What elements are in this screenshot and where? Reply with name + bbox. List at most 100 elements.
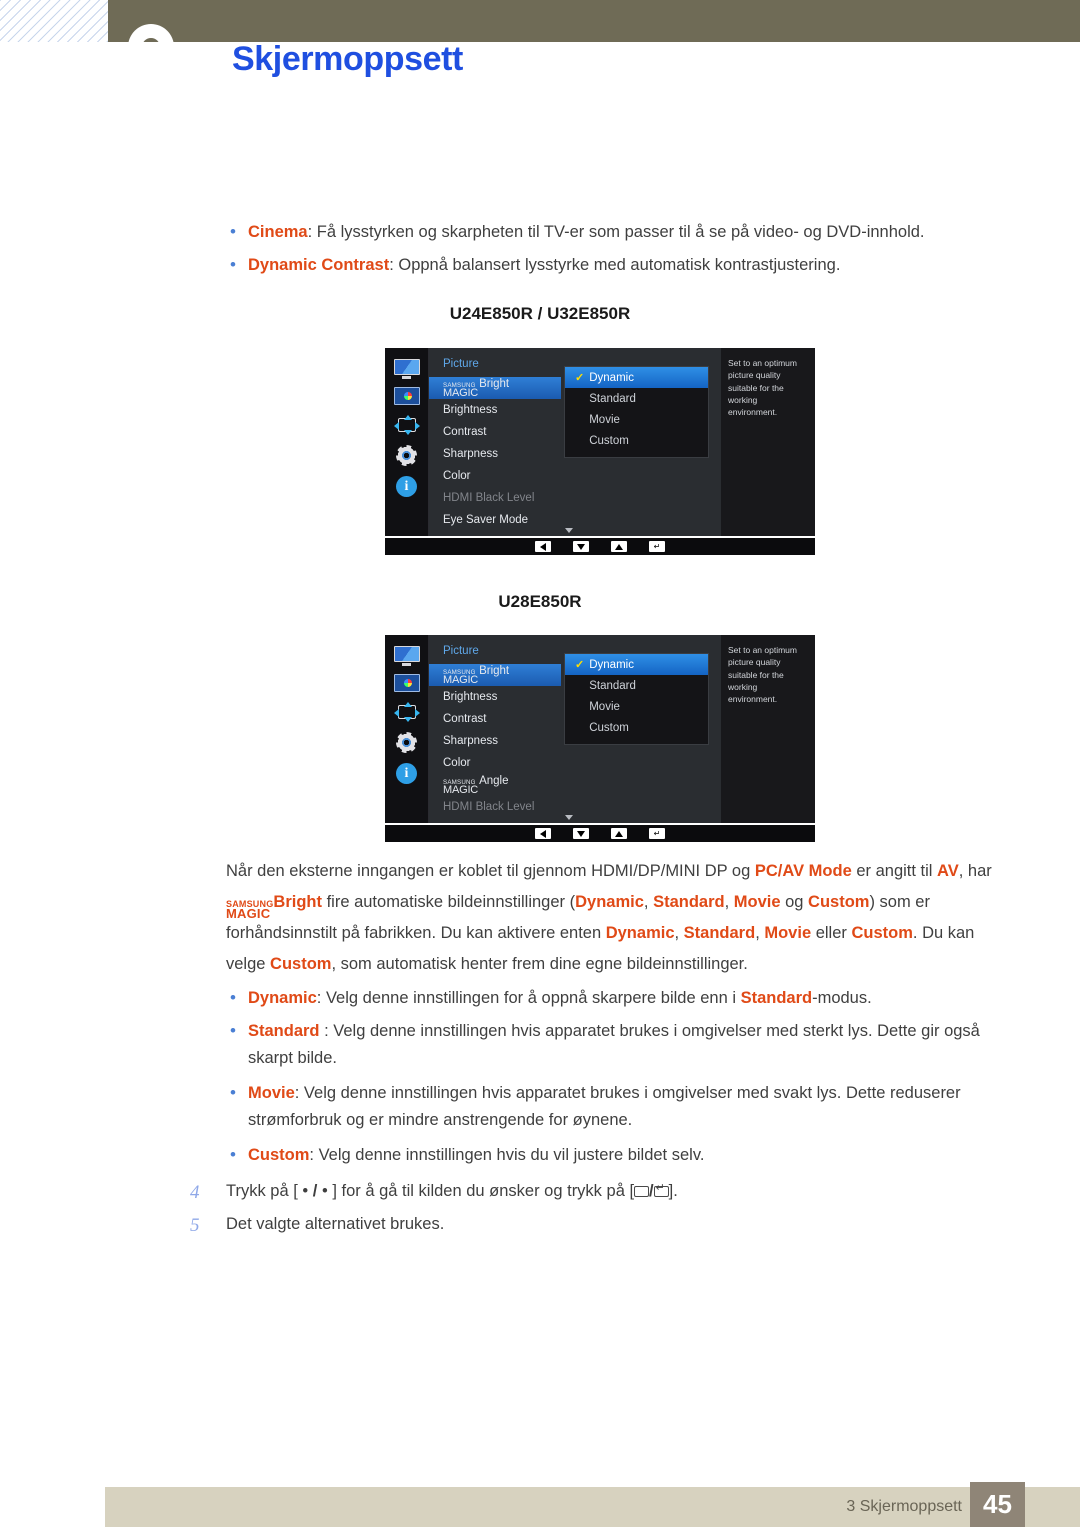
osd-item-label: HDMI Black Level	[443, 801, 534, 813]
info-icon[interactable]: i	[396, 763, 417, 784]
osd-menu-panel: Picture SAMSUNG MAGIC Bright Brightness	[429, 635, 815, 823]
step-seg: ].	[669, 1182, 678, 1200]
model-label-u28: U28E850R	[0, 592, 1080, 612]
enter-button[interactable]: ↵	[649, 541, 665, 552]
bullet-dot-icon	[226, 252, 248, 278]
para-seg: , har	[959, 862, 992, 880]
osd-menu-panel: Picture SAMSUNG MAGIC Bright Brightness	[429, 348, 815, 536]
bullet-text: Custom: Velg denne innstillingen hvis du…	[248, 1142, 1016, 1169]
gear-icon[interactable]	[396, 732, 417, 753]
osd-item-label: Brightness	[443, 404, 497, 416]
term-movie: Movie	[248, 1084, 295, 1102]
step-seg: /	[308, 1182, 322, 1200]
dropdown-option-label: Dynamic	[589, 659, 634, 671]
left-arrow-button[interactable]	[535, 541, 551, 552]
scroll-down-caret-icon[interactable]	[565, 815, 573, 820]
resize-arrows-icon[interactable]	[394, 702, 420, 722]
bullet-text: Dynamic Contrast: Oppnå balansert lyssty…	[248, 252, 1016, 279]
left-arrow-button[interactable]	[535, 828, 551, 839]
osd-sidebar: i	[385, 348, 429, 536]
magic-logo-icon: SAMSUNG MAGIC	[443, 780, 478, 796]
source-key-icon	[634, 1186, 649, 1197]
para-seg: er angitt til	[852, 862, 937, 880]
osd-item-magicbright[interactable]: SAMSUNG MAGIC Bright	[429, 664, 561, 686]
magic-suffix: Bright	[479, 665, 509, 677]
magicbright-label: SAMSUNG MAGIC Bright	[443, 665, 509, 686]
down-arrow-button[interactable]	[573, 541, 589, 552]
monitor-icon[interactable]	[394, 646, 420, 664]
dropdown-option-custom[interactable]: ✓ Custom	[565, 717, 708, 738]
term-av: AV	[937, 862, 959, 880]
header-band	[108, 0, 1080, 42]
dropdown-option-label: Custom	[589, 435, 629, 447]
gear-icon[interactable]	[396, 445, 417, 466]
scroll-down-caret-icon[interactable]	[565, 528, 573, 533]
monitor-icon[interactable]	[394, 359, 420, 377]
bullet-movie: Movie: Velg denne innstillingen hvis app…	[226, 1080, 1016, 1133]
magic-suffix: Angle	[479, 775, 508, 787]
term-magicbright: Bright	[273, 893, 322, 911]
osd-item-label: Color	[443, 470, 470, 482]
para-seg: ,	[675, 924, 684, 942]
bullet-rest: : Velg denne innstillingen for å oppnå s…	[317, 989, 741, 1007]
check-icon: ✓	[575, 371, 584, 384]
term-custom: Custom	[808, 893, 869, 911]
term-pc-av-mode: PC/AV Mode	[755, 862, 852, 880]
footer-chapter-label: 3 Skjermoppsett	[846, 1498, 962, 1516]
term-dynamic: Dynamic	[248, 989, 317, 1007]
dropdown-option-movie[interactable]: ✓ Movie	[565, 409, 708, 430]
enter-button[interactable]: ↵	[649, 828, 665, 839]
dropdown-option-label: Movie	[589, 414, 620, 426]
osd-dropdown-magicbright: ✓ Dynamic ✓ Standard ✓ Movie ✓ Custom	[564, 366, 709, 458]
bullet-rest: : Velg denne innstillingen hvis du vil j…	[309, 1146, 704, 1164]
term-custom: Custom	[270, 955, 331, 973]
step-number: 4	[190, 1178, 226, 1209]
osd-item-label: Sharpness	[443, 448, 498, 460]
osd-help-text: Set to an optimum picture quality suitab…	[721, 635, 815, 823]
magicangle-label: SAMSUNG MAGIC Angle	[443, 775, 508, 796]
magic-logo-icon: SAMSUNG MAGIC	[443, 670, 478, 686]
step-seg: Trykk på [	[226, 1182, 302, 1200]
picture-color-icon[interactable]	[394, 674, 420, 692]
dropdown-option-label: Dynamic	[589, 372, 634, 384]
osd-item-magicbright[interactable]: SAMSUNG MAGIC Bright	[429, 377, 561, 399]
para-seg: ,	[644, 893, 653, 911]
down-arrow-button[interactable]	[573, 828, 589, 839]
osd-item-label: Eye Saver Mode	[443, 514, 528, 526]
dropdown-option-label: Movie	[589, 701, 620, 713]
step-number: 5	[190, 1211, 226, 1242]
term-custom: Custom	[248, 1146, 309, 1164]
dropdown-option-dynamic[interactable]: ✓ Dynamic	[565, 654, 708, 675]
dropdown-option-custom[interactable]: ✓ Custom	[565, 430, 708, 451]
osd-screenshot-u28: i Picture SAMSUNG MAGIC Bright	[385, 635, 815, 842]
body-paragraph: Når den eksterne inngangen er koblet til…	[226, 856, 1016, 979]
bullet-dot-icon	[226, 1142, 248, 1168]
info-icon[interactable]: i	[396, 476, 417, 497]
term-custom: Custom	[851, 924, 912, 942]
osd-item-label: Brightness	[443, 691, 497, 703]
step-4: 4 Trykk på [ • / • ] for å gå til kilden…	[190, 1178, 990, 1209]
osd-nav-bar: ↵	[385, 825, 815, 842]
dropdown-option-label: Standard	[589, 680, 636, 692]
term-dynamic: Dynamic	[575, 893, 644, 911]
osd-help-text: Set to an optimum picture quality suitab…	[721, 348, 815, 536]
para-seg: Når den eksterne inngangen er koblet til…	[226, 862, 755, 880]
step-seg: ] for å gå til kilden du ønsker og trykk…	[328, 1182, 634, 1200]
bullet-rest: : Velg denne innstillingen hvis apparate…	[248, 1084, 961, 1129]
osd-sidebar: i	[385, 635, 429, 823]
dropdown-option-dynamic[interactable]: ✓ Dynamic	[565, 367, 708, 388]
bullet-dynamic: Dynamic: Velg denne innstillingen for å …	[226, 985, 1016, 1012]
picture-color-icon[interactable]	[394, 387, 420, 405]
bullet-text: Movie: Velg denne innstillingen hvis app…	[248, 1080, 1016, 1133]
up-arrow-button[interactable]	[611, 541, 627, 552]
dropdown-option-standard[interactable]: ✓ Standard	[565, 675, 708, 696]
magicbright-label: SAMSUNG MAGIC Bright	[443, 378, 509, 399]
step-seg: /	[649, 1182, 654, 1200]
bullet-dot-icon	[226, 1018, 248, 1044]
resize-arrows-icon[interactable]	[394, 415, 420, 435]
term-standard: Standard	[248, 1022, 320, 1040]
osd-body: i Picture SAMSUNG MAGIC Bright	[385, 635, 815, 823]
dropdown-option-movie[interactable]: ✓ Movie	[565, 696, 708, 717]
dropdown-option-standard[interactable]: ✓ Standard	[565, 388, 708, 409]
up-arrow-button[interactable]	[611, 828, 627, 839]
